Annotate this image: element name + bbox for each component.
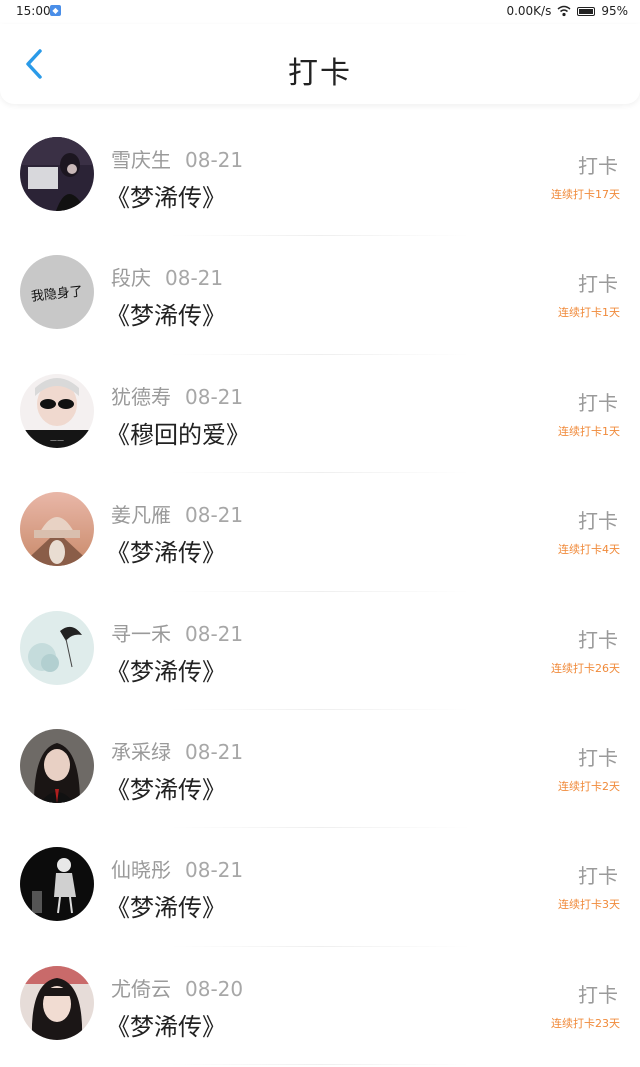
- avatar[interactable]: [20, 847, 94, 922]
- user-name: 犹德寿 08-21: [111, 381, 243, 410]
- book-title[interactable]: 《穆回的爱》: [106, 415, 250, 450]
- user-name: 段庆 08-21: [111, 262, 223, 291]
- streak-label: 连续打卡17天: [551, 188, 620, 201]
- streak-label: 连续打卡1天: [558, 306, 620, 320]
- streak-label: 连续打卡4天: [558, 543, 620, 557]
- page-title: 打卡: [288, 56, 352, 91]
- book-title[interactable]: 《梦浠传》: [106, 652, 226, 687]
- user-name-text: 承采绿: [111, 739, 171, 764]
- checkin-button[interactable]: 打卡: [578, 150, 618, 179]
- streak-label: 连续打卡2天: [558, 779, 620, 793]
- book-title[interactable]: 《梦浠传》: [106, 1007, 226, 1042]
- status-bar: 15:00 ◆ 0.00K/s 95%: [0, 0, 640, 24]
- checkin-button[interactable]: 打卡: [578, 387, 618, 416]
- list-item[interactable]: 仙晓彤 08-21 《梦浠传》 打卡 连续打卡3天: [0, 828, 640, 947]
- checkin-date: 08-21: [165, 266, 224, 291]
- checkin-date: 08-21: [185, 384, 244, 409]
- user-name: 承采绿 08-21: [111, 736, 243, 765]
- checkin-button[interactable]: 打卡: [578, 268, 618, 297]
- checkin-list: 雪庆生 08-21 《梦浠传》 打卡 连续打卡17天 我隐身了 段庆 08-21 《…: [0, 118, 640, 1066]
- status-time: 15:00: [16, 4, 51, 18]
- avatar[interactable]: [20, 137, 94, 211]
- streak-label: 连续打卡26天: [551, 661, 620, 675]
- notification-app-icon: ◆: [50, 5, 61, 16]
- list-item[interactable]: 承采绿 08-21 《梦浠传》 打卡 连续打卡2天: [0, 710, 640, 829]
- checkin-date: 08-21: [185, 739, 244, 764]
- battery-percent: 95%: [601, 4, 628, 18]
- book-title[interactable]: 《梦浠传》: [106, 296, 226, 331]
- user-name: 寻一禾 08-21: [111, 618, 243, 647]
- streak-label: 连续打卡1天: [558, 424, 620, 438]
- streak-label: 连续打卡3天: [558, 898, 620, 912]
- checkin-date: 08-20: [185, 976, 244, 1001]
- list-item[interactable]: 我隐身了 段庆 08-21 《梦浠传》 打卡 连续打卡1天: [0, 236, 640, 355]
- list-item[interactable]: 姜凡雁 08-21 《梦浠传》 打卡 连续打卡4天: [0, 473, 640, 592]
- book-title[interactable]: 《梦浠传》: [106, 178, 226, 213]
- user-name: 雪庆生 08-21: [111, 144, 243, 173]
- book-title[interactable]: 《梦浠传》: [106, 770, 226, 805]
- divider: [170, 1064, 470, 1066]
- app-header: 打卡: [0, 24, 640, 104]
- streak-label: 连续打卡23天: [551, 1016, 620, 1030]
- checkin-date: 08-21: [185, 148, 244, 172]
- checkin-button[interactable]: 打卡: [578, 860, 618, 889]
- user-name: 尤倚云 08-20: [111, 973, 243, 1002]
- checkin-button[interactable]: 打卡: [578, 742, 618, 771]
- svg-text:——: ——: [50, 436, 64, 444]
- battery-icon: [577, 6, 596, 16]
- avatar[interactable]: ——: [20, 373, 94, 448]
- list-item[interactable]: —— 犹德寿 08-21 《穆回的爱》 打卡 连续打卡1天: [0, 355, 640, 474]
- wifi-icon: [557, 5, 571, 17]
- user-name-text: 段庆: [111, 266, 151, 291]
- book-title[interactable]: 《梦浠传》: [106, 533, 226, 568]
- avatar[interactable]: [20, 610, 94, 685]
- checkin-date: 08-21: [185, 621, 244, 646]
- checkin-date: 08-21: [185, 858, 244, 883]
- user-name: 姜凡雁 08-21: [111, 499, 243, 528]
- list-item[interactable]: 寻一禾 08-21 《梦浠传》 打卡 连续打卡26天: [0, 592, 640, 710]
- avatar[interactable]: 我隐身了: [20, 255, 94, 330]
- avatar[interactable]: [20, 965, 94, 1040]
- user-name-text: 犹德寿: [111, 384, 171, 409]
- list-item[interactable]: 雪庆生 08-21 《梦浠传》 打卡 连续打卡17天: [0, 118, 640, 237]
- checkin-date: 08-21: [185, 503, 244, 528]
- user-name: 仙晓彤 08-21: [111, 854, 243, 883]
- checkin-button[interactable]: 打卡: [578, 624, 618, 653]
- list-item[interactable]: 尤倚云 08-20 《梦浠传》 打卡 连续打卡23天: [0, 947, 640, 1066]
- user-name-text: 尤倚云: [111, 976, 171, 1001]
- status-right-group: 0.00K/s 95%: [506, 4, 628, 18]
- user-name-text: 寻一禾: [111, 621, 171, 646]
- checkin-button[interactable]: 打卡: [578, 505, 618, 534]
- user-name-text: 仙晓彤: [111, 858, 171, 883]
- checkin-button[interactable]: 打卡: [578, 979, 618, 1008]
- user-name-text: 雪庆生: [111, 148, 171, 172]
- network-speed: 0.00K/s: [506, 4, 552, 18]
- user-name-text: 姜凡雁: [111, 503, 171, 528]
- avatar[interactable]: [20, 492, 94, 567]
- book-title[interactable]: 《梦浠传》: [106, 888, 226, 923]
- avatar[interactable]: [20, 728, 94, 803]
